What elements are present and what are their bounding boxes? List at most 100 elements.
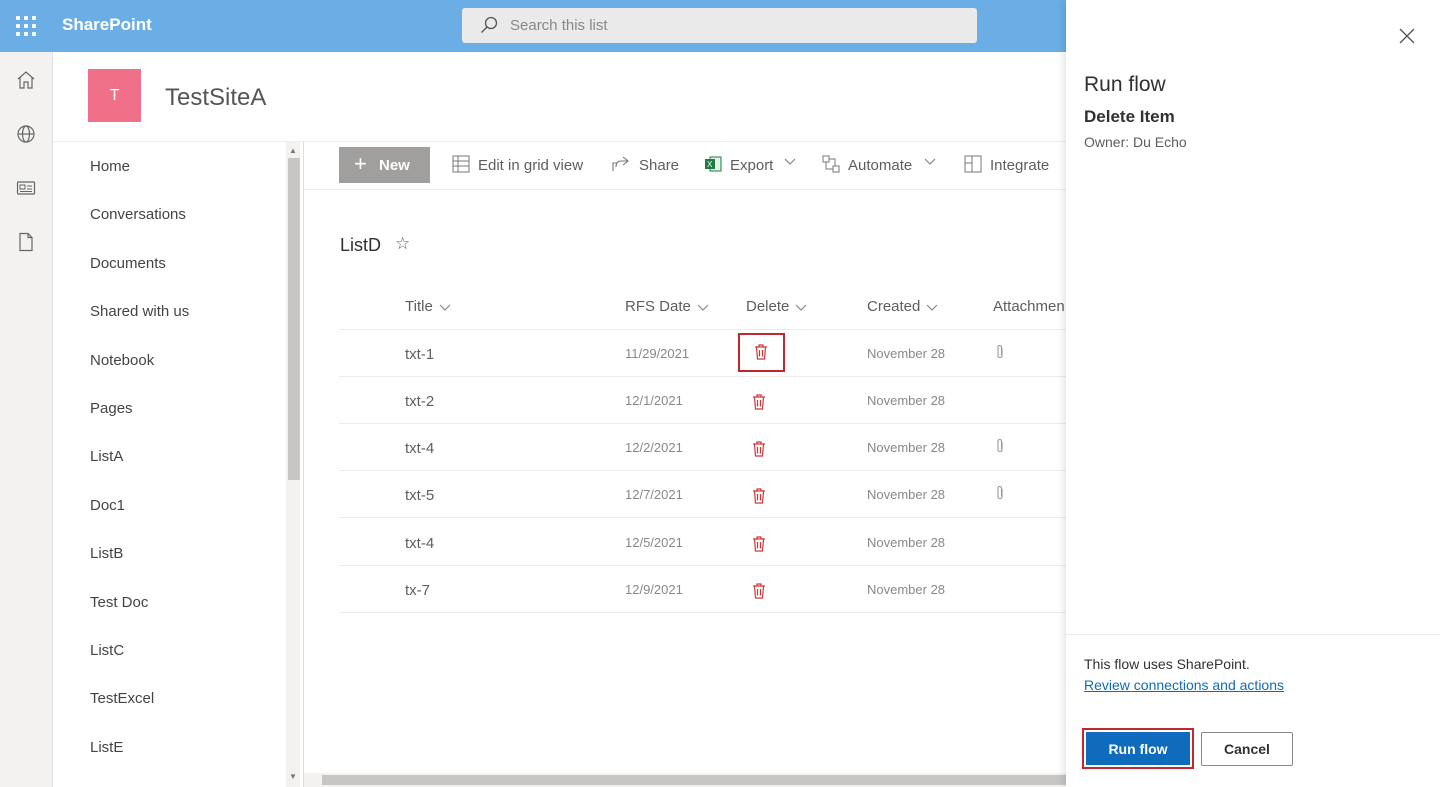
row-rfs-date: 12/7/2021: [625, 487, 683, 502]
trash-icon[interactable]: [752, 488, 766, 504]
trash-icon[interactable]: [752, 441, 766, 457]
row-created: November 28: [867, 393, 946, 408]
column-header-rfs-date[interactable]: RFS Date: [625, 298, 709, 315]
nav-item-liste[interactable]: ListE: [90, 739, 123, 756]
table-row[interactable]: txt-2 12/1/2021 November 28: [339, 377, 1066, 424]
flow-name: Delete Item: [1084, 107, 1175, 126]
column-header-delete[interactable]: Delete: [746, 298, 807, 315]
chevron-down-icon: [439, 304, 451, 311]
nav-item-testexcel[interactable]: TestExcel: [90, 690, 154, 707]
svg-text:X: X: [707, 160, 713, 169]
chevron-down-icon: [926, 304, 938, 311]
row-title[interactable]: tx-7: [405, 582, 430, 599]
edit-grid-label: Edit in grid view: [478, 157, 584, 174]
run-flow-button[interactable]: Run flow: [1086, 732, 1190, 765]
nav-item-doc1[interactable]: Doc1: [90, 497, 125, 514]
left-navigation: Home Conversations Documents Shared with…: [53, 142, 303, 787]
column-header-created[interactable]: Created: [867, 298, 938, 315]
column-title-label: Title: [405, 298, 433, 315]
new-button-label: New: [379, 156, 410, 174]
search-input[interactable]: [510, 8, 950, 43]
chevron-down-icon: [697, 304, 709, 311]
chevron-down-icon: [795, 304, 807, 311]
horizontal-scrollbar-thumb[interactable]: [322, 775, 1066, 785]
excel-icon: X: [705, 156, 722, 172]
site-logo[interactable]: T: [88, 69, 141, 122]
file-icon[interactable]: [16, 232, 36, 252]
delete-cell[interactable]: [746, 482, 772, 508]
nav-scrollbar-thumb[interactable]: [288, 158, 300, 480]
trash-icon[interactable]: [752, 536, 766, 552]
flow-owner: Owner: Du Echo: [1084, 134, 1187, 150]
share-icon: [612, 156, 629, 171]
export-label: Export: [730, 157, 774, 174]
row-rfs-date: 12/2/2021: [625, 440, 683, 455]
row-title[interactable]: txt-1: [405, 346, 434, 363]
search-box[interactable]: [462, 8, 977, 43]
nav-item-listb[interactable]: ListB: [90, 545, 123, 562]
column-rfs-date-label: RFS Date: [625, 298, 691, 315]
table-row[interactable]: txt-4 12/5/2021 November 28: [339, 519, 1066, 566]
run-flow-panel: Run flow Delete Item Owner: Du Echo This…: [1066, 0, 1440, 787]
trash-icon[interactable]: [752, 394, 766, 410]
column-header-title[interactable]: Title: [405, 298, 451, 315]
chevron-down-icon: [924, 158, 936, 165]
site-title[interactable]: TestSiteA: [165, 84, 266, 112]
scroll-down-icon[interactable]: ▼: [289, 772, 297, 781]
row-created: November 28: [867, 582, 946, 597]
column-attachments-label: Attachmen: [993, 298, 1065, 315]
nav-item-pages[interactable]: Pages: [90, 400, 133, 417]
paperclip-icon[interactable]: [995, 344, 1005, 360]
trash-icon[interactable]: [754, 344, 768, 360]
column-created-label: Created: [867, 298, 921, 315]
nav-item-notebook[interactable]: Notebook: [90, 352, 154, 369]
scroll-up-icon[interactable]: ▲: [289, 146, 297, 155]
row-title[interactable]: txt-5: [405, 487, 434, 504]
command-bar: + New Edit in grid view Share X Export Au…: [304, 142, 1066, 190]
row-title[interactable]: txt-2: [405, 393, 434, 410]
brand-name[interactable]: SharePoint: [62, 15, 152, 35]
row-title[interactable]: txt-4: [405, 440, 434, 457]
table-row[interactable]: tx-7 12/9/2021 November 28: [339, 566, 1066, 613]
nav-item-conversations[interactable]: Conversations: [90, 206, 186, 223]
nav-item-lista[interactable]: ListA: [90, 448, 123, 465]
home-icon[interactable]: [16, 70, 36, 90]
trash-icon[interactable]: [752, 583, 766, 599]
automate-label: Automate: [848, 157, 913, 174]
table-row[interactable]: txt-4 12/2/2021 November 28: [339, 424, 1066, 471]
automate-icon: [822, 155, 840, 173]
nav-item-test-doc[interactable]: Test Doc: [90, 594, 148, 611]
plus-icon: +: [354, 151, 367, 176]
row-rfs-date: 12/5/2021: [625, 535, 683, 550]
globe-icon[interactable]: [16, 124, 36, 144]
close-icon[interactable]: [1399, 28, 1415, 44]
delete-cell[interactable]: [746, 388, 772, 414]
delete-cell[interactable]: [746, 530, 772, 556]
integrate-label: Integrate: [990, 157, 1050, 174]
new-button[interactable]: + New: [339, 147, 430, 183]
review-connections-link[interactable]: Review connections and actions: [1084, 677, 1284, 693]
app-launcher-icon[interactable]: [16, 16, 36, 36]
delete-cell-highlight[interactable]: [738, 333, 785, 372]
column-header-attachments[interactable]: Attachmen: [993, 298, 1066, 315]
cancel-button[interactable]: Cancel: [1201, 732, 1293, 766]
row-title[interactable]: txt-4: [405, 535, 434, 552]
column-delete-label: Delete: [746, 298, 790, 315]
nav-item-documents[interactable]: Documents: [90, 255, 166, 272]
paperclip-icon[interactable]: [995, 485, 1005, 501]
table-row[interactable]: txt-1 11/29/2021 November 28: [339, 330, 1066, 377]
row-created: November 28: [867, 487, 946, 502]
paperclip-icon[interactable]: [995, 438, 1005, 454]
news-icon[interactable]: [16, 178, 36, 198]
row-created: November 28: [867, 346, 946, 361]
delete-cell[interactable]: [746, 435, 772, 461]
table-row[interactable]: txt-5 12/7/2021 November 28: [339, 471, 1066, 518]
integrate-icon: [964, 155, 982, 173]
nav-item-home[interactable]: Home: [90, 158, 130, 175]
row-rfs-date: 11/29/2021: [625, 346, 690, 361]
delete-cell[interactable]: [746, 577, 772, 603]
panel-title: Run flow: [1084, 73, 1166, 96]
nav-item-shared-with-us[interactable]: Shared with us: [90, 303, 189, 320]
nav-item-listc[interactable]: ListC: [90, 642, 124, 659]
favorite-star-icon[interactable]: ☆: [395, 234, 410, 254]
